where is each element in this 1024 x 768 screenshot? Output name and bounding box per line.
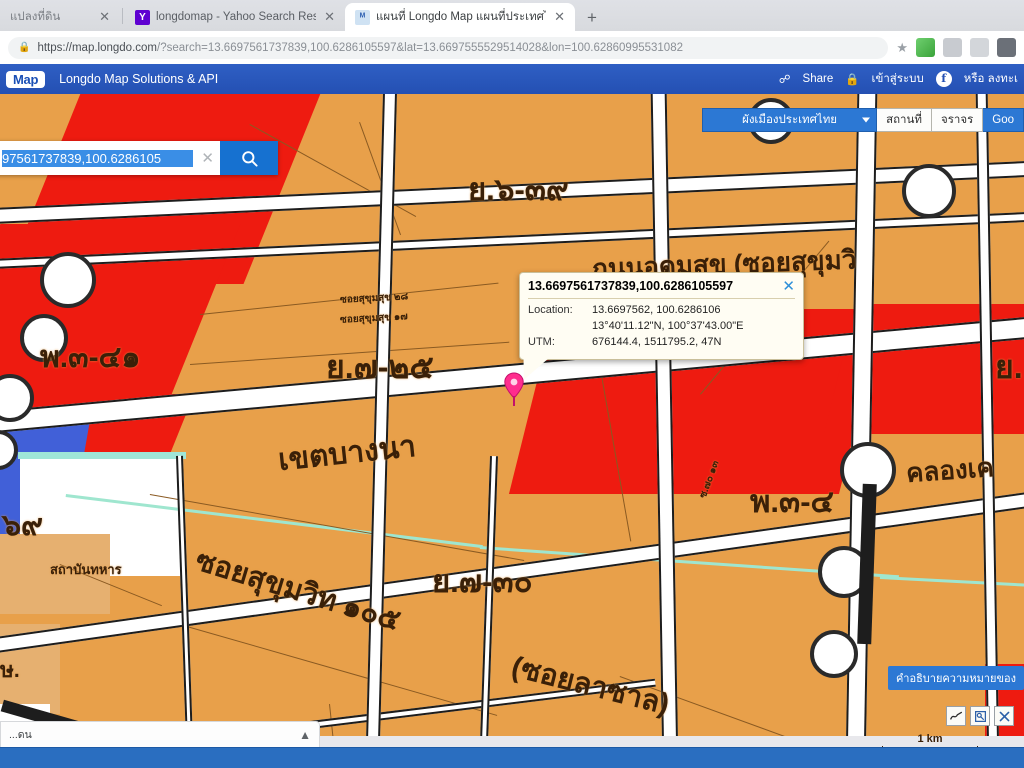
url-bar-row: 🔒 https://map.longdo.com/?search=13.6697…: [0, 31, 1024, 64]
map-label: สถาบันทหาร: [50, 562, 122, 577]
login-lock-icon: 🔒: [845, 74, 860, 86]
tab-close-icon[interactable]: ✕: [552, 11, 567, 24]
popup-header: 13.6697561737839,100.6286105597 ✕: [528, 279, 795, 299]
facebook-icon[interactable]: f: [935, 71, 952, 87]
close-icon[interactable]: ✕: [782, 279, 795, 294]
yahoo-favicon: Y: [135, 9, 150, 25]
map-label: ย.๖-๓๙: [468, 172, 569, 207]
search-button[interactable]: [220, 141, 278, 175]
download-file-name[interactable]: ...ดน: [9, 726, 299, 743]
taskbar: [0, 747, 1024, 768]
new-tab-button[interactable]: +: [579, 5, 605, 31]
layer-select-dropdown[interactable]: ผังเมืองประเทศไทย: [702, 108, 878, 132]
popup-row-value: 13°40'11.12"N, 100°37'43.00"E: [592, 319, 744, 332]
register-label[interactable]: หรือ ลงทะเ: [964, 70, 1018, 88]
popup-row-key: [528, 319, 586, 335]
clear-icon[interactable]: ✕: [197, 149, 214, 167]
extension-icon-3[interactable]: [970, 38, 989, 57]
longdo-header-bar: Map Longdo Map Solutions & API ☍ Share 🔒…: [0, 64, 1024, 94]
bookmark-star-icon[interactable]: ★: [896, 40, 908, 56]
popup-row-key: UTM:: [528, 335, 555, 348]
extension-icon-1[interactable]: [916, 38, 935, 57]
zone-cyan-strip: [18, 452, 186, 459]
url-input[interactable]: 🔒 https://map.longdo.com/?search=13.6697…: [8, 36, 889, 59]
tab-title: แผนที่ Longdo Map แผนที่ประเทศไทย: [376, 11, 547, 23]
longdo-logo[interactable]: Map: [6, 70, 46, 88]
map-label: ย.๗-๓๐: [432, 564, 533, 599]
tab-title: แปลงที่ดิน: [10, 11, 61, 23]
tab-close-icon[interactable]: ✕: [322, 11, 337, 24]
extension-icon-2[interactable]: [943, 38, 962, 57]
browser-window: แปลงที่ดิน ✕ Y longdomap - Yahoo Search …: [0, 0, 1024, 768]
interchange-circle-5: [902, 164, 956, 218]
share-label[interactable]: Share: [803, 73, 834, 85]
popup-row-key: Location:: [528, 304, 573, 316]
url-text: https://map.longdo.com/?search=13.669756…: [37, 41, 683, 54]
browser-tab-1[interactable]: แปลงที่ดิน ✕: [0, 3, 120, 31]
popup-row: UTM: 676144.4, 1511795.2, 47N: [528, 335, 795, 351]
tab-divider: [122, 7, 123, 24]
locate-icon[interactable]: [970, 706, 990, 726]
layer-toggle-google[interactable]: Goo: [983, 108, 1024, 132]
location-info-popup: 13.6697561737839,100.6286105597 ✕ Locati…: [511, 272, 804, 386]
browser-menu-icon[interactable]: [997, 38, 1016, 57]
tab-strip: แปลงที่ดิน ✕ Y longdomap - Yahoo Search …: [0, 0, 1024, 31]
login-label[interactable]: เข้าสู่ระบบ: [872, 70, 924, 88]
chevron-down-icon: [862, 117, 871, 123]
chevron-up-icon[interactable]: ▲: [299, 728, 311, 742]
map-tool-row: [946, 706, 1014, 726]
layer-controls: ผังเมืองประเทศไทย สถานที่ จราจร Goo: [702, 108, 1024, 132]
tab-title: longdomap - Yahoo Search Res...: [156, 11, 317, 23]
close-icon[interactable]: [994, 706, 1014, 726]
search-icon: [241, 150, 258, 167]
map-search-widget: 97561737839,100.6286105 ✕: [0, 141, 278, 175]
longdo-favicon: ᴹ: [355, 9, 370, 25]
layer-toggle-places[interactable]: สถานที่: [877, 108, 932, 132]
layer-select-label: ผังเมืองประเทศไทย: [742, 114, 838, 126]
map-label: ย.๗-๒๕: [326, 349, 434, 385]
search-input-value: 97561737839,100.6286105: [2, 149, 194, 167]
map-label: พ.๓-๔๑: [40, 341, 141, 374]
popup-row-value: 676144.4, 1511795.2, 47N: [592, 335, 722, 348]
interchange-circle-1: [40, 252, 96, 308]
interchange-circle-8: [810, 630, 858, 678]
layer-toggle-traffic[interactable]: จราจร: [931, 108, 984, 132]
popup-row: Location: 13.6697562, 100.6286106: [528, 303, 795, 319]
share-icon[interactable]: ☍: [779, 72, 791, 86]
measure-icon[interactable]: [946, 706, 966, 726]
search-input[interactable]: 97561737839,100.6286105 ✕: [0, 141, 220, 175]
lock-icon: 🔒: [18, 42, 31, 53]
map-label: พ.๓-๔: [750, 484, 835, 519]
longdo-header-actions: ☍ Share 🔒 เข้าสู่ระบบ f หรือ ลงทะเ: [779, 70, 1024, 88]
map-label: ๖๙: [2, 509, 44, 542]
browser-tab-3[interactable]: ᴹ แผนที่ Longdo Map แผนที่ประเทศไทย ✕: [345, 3, 575, 31]
map-label: ย.: [995, 349, 1023, 385]
map-label: ษ.: [0, 659, 20, 682]
tab-close-icon[interactable]: ✕: [97, 11, 112, 24]
popup-row: 13°40'11.12"N, 100°37'43.00"E: [528, 319, 795, 335]
download-bar: ...ดน ▲: [0, 721, 320, 747]
popup-row-value: 13.6697562, 100.6286106: [592, 304, 721, 316]
legend-button[interactable]: คำอธิบายความหมายของ: [887, 666, 1024, 690]
browser-tab-2[interactable]: Y longdomap - Yahoo Search Res... ✕: [125, 3, 345, 31]
longdo-header-title: Longdo Map Solutions & API: [59, 72, 219, 86]
map-scale-label: 1 km: [917, 733, 943, 745]
popup-title: 13.6697561737839,100.6286105597: [528, 279, 734, 293]
map-label: คลองเค: [905, 451, 995, 489]
